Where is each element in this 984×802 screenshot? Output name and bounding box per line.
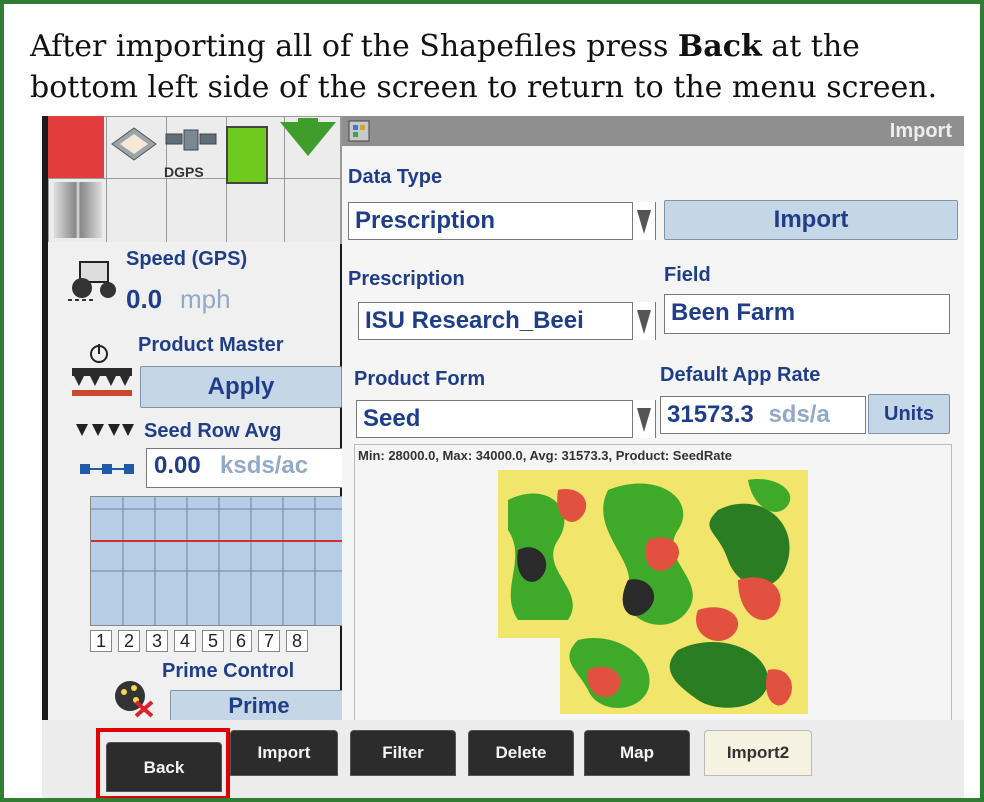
tractor-icon xyxy=(68,261,116,301)
speed-unit: mph xyxy=(180,284,231,314)
row-number: 8 xyxy=(286,630,308,652)
product-form-value: Seed xyxy=(363,405,421,432)
row-bar-graph-lines xyxy=(91,497,347,625)
window-title: Import xyxy=(889,120,952,142)
data-type-label: Data Type xyxy=(348,166,443,188)
tab-map[interactable]: Map xyxy=(584,730,690,776)
row-number: 7 xyxy=(258,630,280,652)
speed-label: Speed (GPS) xyxy=(126,248,248,270)
prime-control-label: Prime Control xyxy=(162,660,295,682)
row-number: 6 xyxy=(230,630,252,652)
display-device-icon xyxy=(111,127,157,161)
prescription-map xyxy=(498,470,808,714)
app-icon xyxy=(348,120,370,142)
tab-import2[interactable]: Import2 xyxy=(704,730,812,776)
instruction-text: After importing all of the Shapefiles pr… xyxy=(30,26,970,108)
satellite-icon xyxy=(165,129,217,151)
import-action-button[interactable]: Import xyxy=(664,200,958,240)
chevron-down-icon xyxy=(637,210,651,234)
tab-filter[interactable]: Filter xyxy=(350,730,456,776)
field-label: Field xyxy=(664,264,711,286)
dgps-label: DGPS xyxy=(164,164,204,180)
row-number: 4 xyxy=(174,630,196,652)
data-type-value: Prescription xyxy=(355,207,496,234)
data-type-dropdown-arrow[interactable] xyxy=(632,202,655,240)
down-arrow-icon xyxy=(280,122,336,156)
prescription-dropdown-arrow[interactable] xyxy=(632,302,655,340)
row-number: 1 xyxy=(90,630,112,652)
default-rate-input[interactable]: 31573.3 sds/a xyxy=(660,396,866,434)
row-number: 5 xyxy=(202,630,224,652)
product-form-dropdown[interactable]: Seed xyxy=(356,400,656,438)
tab-import[interactable]: Import xyxy=(230,730,338,776)
power-icon xyxy=(90,344,108,363)
chevron-down-icon xyxy=(637,408,651,432)
seed-flow-icon xyxy=(80,464,134,474)
guidance-road-icon xyxy=(54,182,102,238)
units-button[interactable]: Units xyxy=(868,394,950,434)
data-type-dropdown[interactable]: Prescription xyxy=(348,202,656,240)
prescription-value: ISU Research_Beei xyxy=(365,307,584,334)
prescription-dropdown[interactable]: ISU Research_Beei xyxy=(358,302,656,340)
tab-delete[interactable]: Delete xyxy=(468,730,574,776)
product-form-dropdown-arrow[interactable] xyxy=(632,400,655,438)
planter-icon xyxy=(72,368,132,396)
apply-button[interactable]: Apply xyxy=(140,366,342,408)
row-bar-graph xyxy=(90,496,348,626)
instruction-before: After importing all of the Shapefiles pr… xyxy=(30,29,678,64)
title-bar: Import xyxy=(342,116,964,146)
speed-value: 0.0 xyxy=(126,284,163,314)
instruction-frame: After importing all of the Shapefiles pr… xyxy=(0,0,984,802)
product-form-label: Product Form xyxy=(354,368,486,390)
row-number: 3 xyxy=(146,630,168,652)
default-rate-value: 31573.3 xyxy=(667,401,754,428)
status-warning-icon xyxy=(48,116,104,178)
prime-seed-icon xyxy=(115,681,154,718)
back-highlight-box xyxy=(96,728,230,798)
prime-button[interactable]: Prime xyxy=(170,690,348,722)
seed-row-value: 0.00 xyxy=(154,452,201,479)
field-input[interactable]: Been Farm xyxy=(664,294,950,334)
instruction-bold: Back xyxy=(677,29,762,64)
prescription-label: Prescription xyxy=(348,268,465,290)
row-numbers: 12345678 xyxy=(90,630,314,652)
seed-row-label: Seed Row Avg xyxy=(144,420,282,442)
prescription-stats: Min: 28000.0, Max: 34000.0, Avg: 31573.3… xyxy=(358,448,733,463)
product-master-label: Product Master xyxy=(138,334,284,356)
default-rate-label: Default App Rate xyxy=(660,364,821,386)
chevron-down-icon xyxy=(637,310,651,334)
seed-row-icon xyxy=(76,424,134,436)
coverage-icon xyxy=(226,126,268,184)
seed-row-unit: ksds/ac xyxy=(220,452,309,479)
row-number: 2 xyxy=(118,630,140,652)
default-rate-unit: sds/a xyxy=(768,401,830,428)
field-value: Been Farm xyxy=(671,299,796,326)
